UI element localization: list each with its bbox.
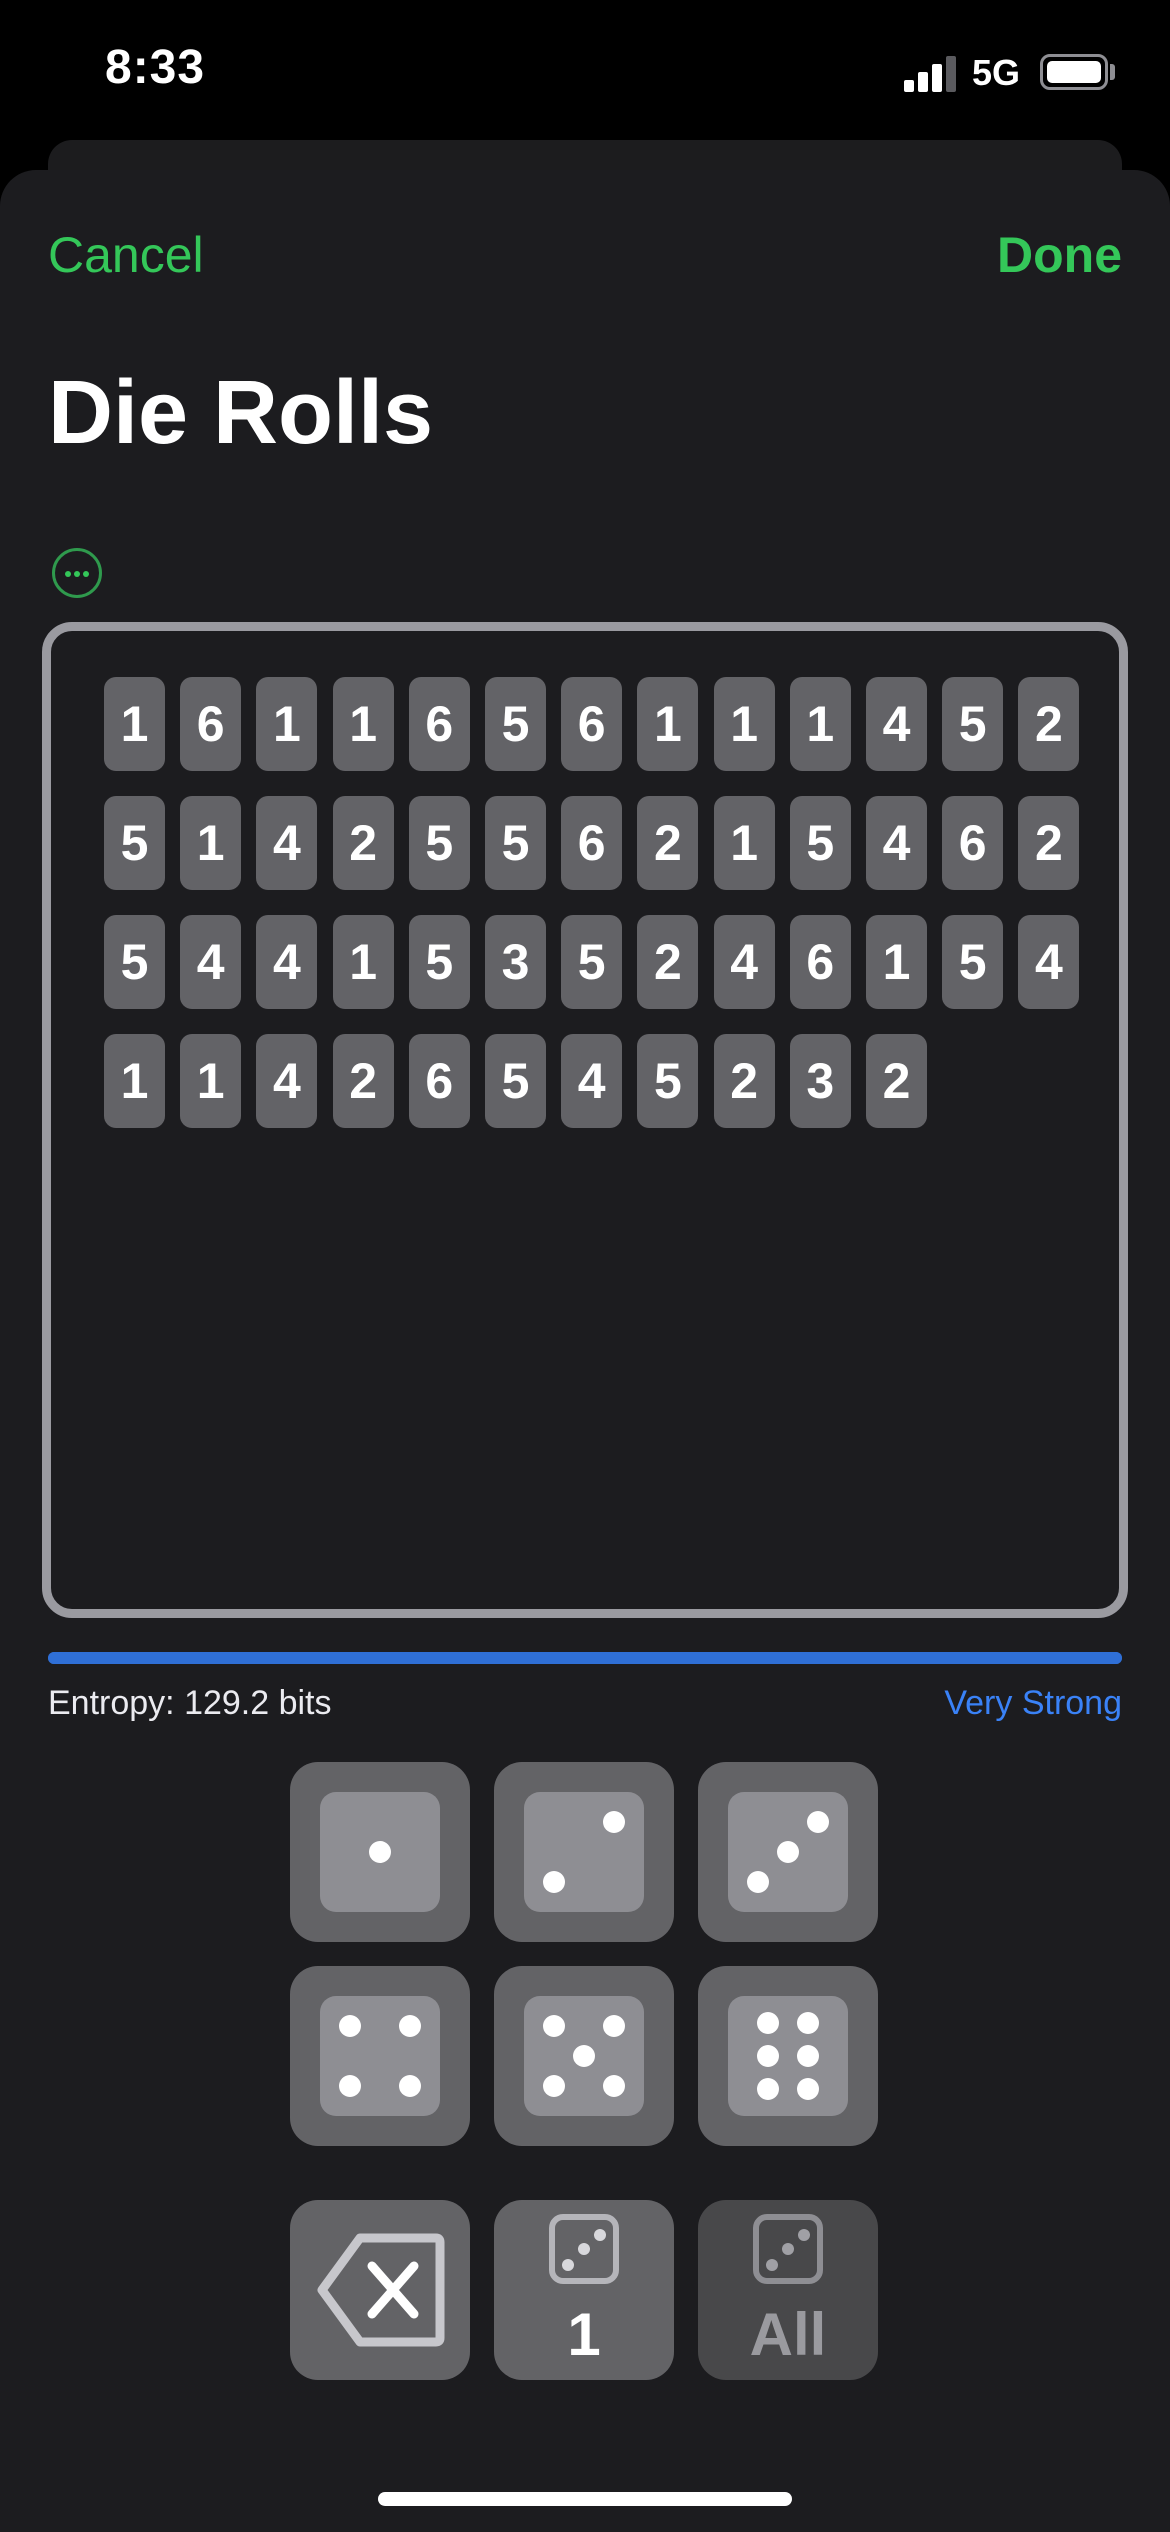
roll-tile: 5 (637, 1034, 699, 1128)
delete-backward-icon (317, 2233, 445, 2347)
roll-all-label: All (749, 2301, 827, 2368)
roll-tile: 1 (104, 1034, 165, 1128)
roll-tile: 2 (1018, 677, 1080, 771)
battery-cap (1110, 64, 1115, 80)
battery-icon (1040, 54, 1108, 90)
page-title: Die Rolls (48, 363, 434, 463)
roll-tile: 1 (104, 677, 165, 771)
entropy-progress-bar (48, 1652, 1122, 1664)
roll-tile: 1 (332, 915, 394, 1009)
roll-tile: 5 (789, 796, 851, 890)
roll-tile: 2 (332, 1034, 394, 1128)
roll-tile: 3 (485, 915, 546, 1009)
die-five-icon (524, 1996, 644, 2116)
roll-tile: 2 (637, 915, 699, 1009)
roll-tile: 5 (485, 796, 546, 890)
dice-icon (549, 2214, 619, 2284)
roll-tile: 6 (408, 1034, 470, 1128)
roll-tile: 5 (942, 677, 1004, 771)
die-four-icon (320, 1996, 440, 2116)
more-options-icon[interactable] (52, 548, 102, 598)
roll-tile: 1 (713, 677, 775, 771)
roll-tile: 4 (866, 796, 927, 890)
strength-label: Very Strong (944, 1684, 1122, 1722)
roll-tile: 5 (942, 915, 1004, 1009)
roll-tile: 6 (789, 915, 851, 1009)
roll-tile: 4 (256, 915, 318, 1009)
roll-tile: 1 (332, 677, 394, 771)
roll-tile: 1 (713, 796, 775, 890)
roll-one-button[interactable]: 1 (494, 2200, 674, 2380)
roll-tile: 5 (408, 796, 470, 890)
roll-tile: 3 (789, 1034, 851, 1128)
roll-tile: 1 (637, 677, 699, 771)
roll-one-label: 1 (567, 2301, 601, 2368)
delete-button[interactable] (290, 2200, 470, 2380)
roll-tile: 4 (713, 915, 775, 1009)
die-two-button[interactable] (494, 1762, 674, 1942)
dice-icon (753, 2214, 823, 2284)
roll-tile: 5 (561, 915, 623, 1009)
roll-tile: 2 (1018, 796, 1080, 890)
roll-all-button[interactable]: All (698, 2200, 878, 2380)
roll-tile: 5 (485, 1034, 546, 1128)
roll-tile: 1 (180, 1034, 242, 1128)
die-six-button[interactable] (698, 1966, 878, 2146)
home-indicator (378, 2492, 792, 2506)
cancel-button[interactable]: Cancel (48, 226, 204, 284)
roll-tile: 5 (104, 796, 165, 890)
done-button[interactable]: Done (997, 226, 1122, 284)
roll-tile: 1 (256, 677, 318, 771)
die-two-icon (524, 1792, 644, 1912)
roll-tile: 4 (180, 915, 242, 1009)
roll-tile: 2 (866, 1034, 927, 1128)
die-five-button[interactable] (494, 1966, 674, 2146)
roll-tile: 1 (866, 915, 927, 1009)
roll-tile: 2 (713, 1034, 775, 1128)
die-one-button[interactable] (290, 1762, 470, 1942)
die-four-button[interactable] (290, 1966, 470, 2146)
roll-tile: 4 (1018, 915, 1080, 1009)
die-three-icon (728, 1792, 848, 1912)
entropy-progress-fill (48, 1652, 1122, 1664)
roll-tile: 6 (408, 677, 470, 771)
signal-strength-icon (904, 56, 960, 92)
roll-tile: 2 (637, 796, 699, 890)
die-one-icon (320, 1792, 440, 1912)
entropy-label: Entropy: 129.2 bits (48, 1684, 332, 1722)
roll-tile: 4 (561, 1034, 623, 1128)
rolls-container: 1611656111452514255621546254415352461541… (42, 622, 1128, 1618)
roll-tile: 5 (408, 915, 470, 1009)
roll-tile: 4 (866, 677, 927, 771)
roll-tile: 6 (561, 796, 623, 890)
network-type: 5G (972, 52, 1021, 93)
roll-tile: 5 (104, 915, 165, 1009)
roll-tile: 6 (180, 677, 242, 771)
roll-tile: 6 (942, 796, 1004, 890)
status-time: 8:33 (105, 41, 206, 94)
roll-tile: 4 (256, 1034, 318, 1128)
roll-tile: 4 (256, 796, 318, 890)
roll-tile: 6 (561, 677, 623, 771)
die-three-button[interactable] (698, 1762, 878, 1942)
roll-tile: 2 (332, 796, 394, 890)
status-bar: 8:33 5G (0, 0, 1170, 150)
roll-tile: 5 (485, 677, 546, 771)
die-six-icon (728, 1996, 848, 2116)
roll-tile: 1 (789, 677, 851, 771)
roll-tile: 1 (180, 796, 242, 890)
